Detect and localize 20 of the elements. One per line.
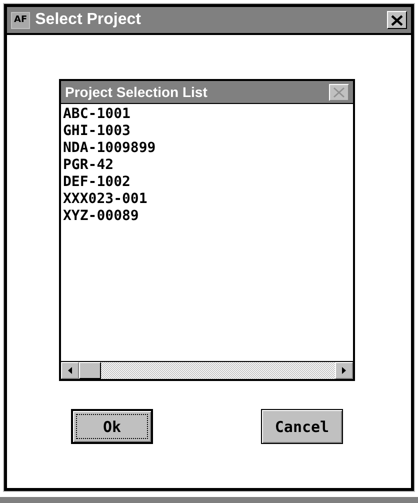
window-title: Select Project bbox=[35, 11, 142, 29]
list-item[interactable]: XXX023-001 bbox=[63, 191, 351, 208]
close-icon[interactable] bbox=[391, 14, 403, 26]
horizontal-scrollbar[interactable] bbox=[61, 361, 353, 379]
right-arrow-icon[interactable] bbox=[342, 367, 346, 374]
cancel-button[interactable]: Cancel bbox=[261, 409, 343, 444]
list-item[interactable]: ABC-1001 bbox=[63, 106, 351, 123]
panel-title: Project Selection List bbox=[65, 84, 208, 100]
list-item[interactable]: XYZ-00089 bbox=[63, 208, 351, 225]
left-arrow-icon[interactable] bbox=[68, 367, 72, 374]
scroll-left-button[interactable] bbox=[61, 362, 79, 379]
list-item[interactable]: PGR-42 bbox=[63, 157, 351, 174]
list-item[interactable]: GHI-1003 bbox=[63, 123, 351, 140]
close-button[interactable] bbox=[387, 11, 407, 29]
list-item[interactable]: NDA-1009899 bbox=[63, 140, 351, 157]
scroll-thumb[interactable] bbox=[79, 362, 101, 379]
ok-button[interactable]: Ok bbox=[71, 409, 153, 444]
list-item[interactable]: DEF-1002 bbox=[63, 174, 351, 191]
scroll-right-button[interactable] bbox=[335, 362, 353, 379]
app-icon: AF bbox=[11, 12, 30, 28]
